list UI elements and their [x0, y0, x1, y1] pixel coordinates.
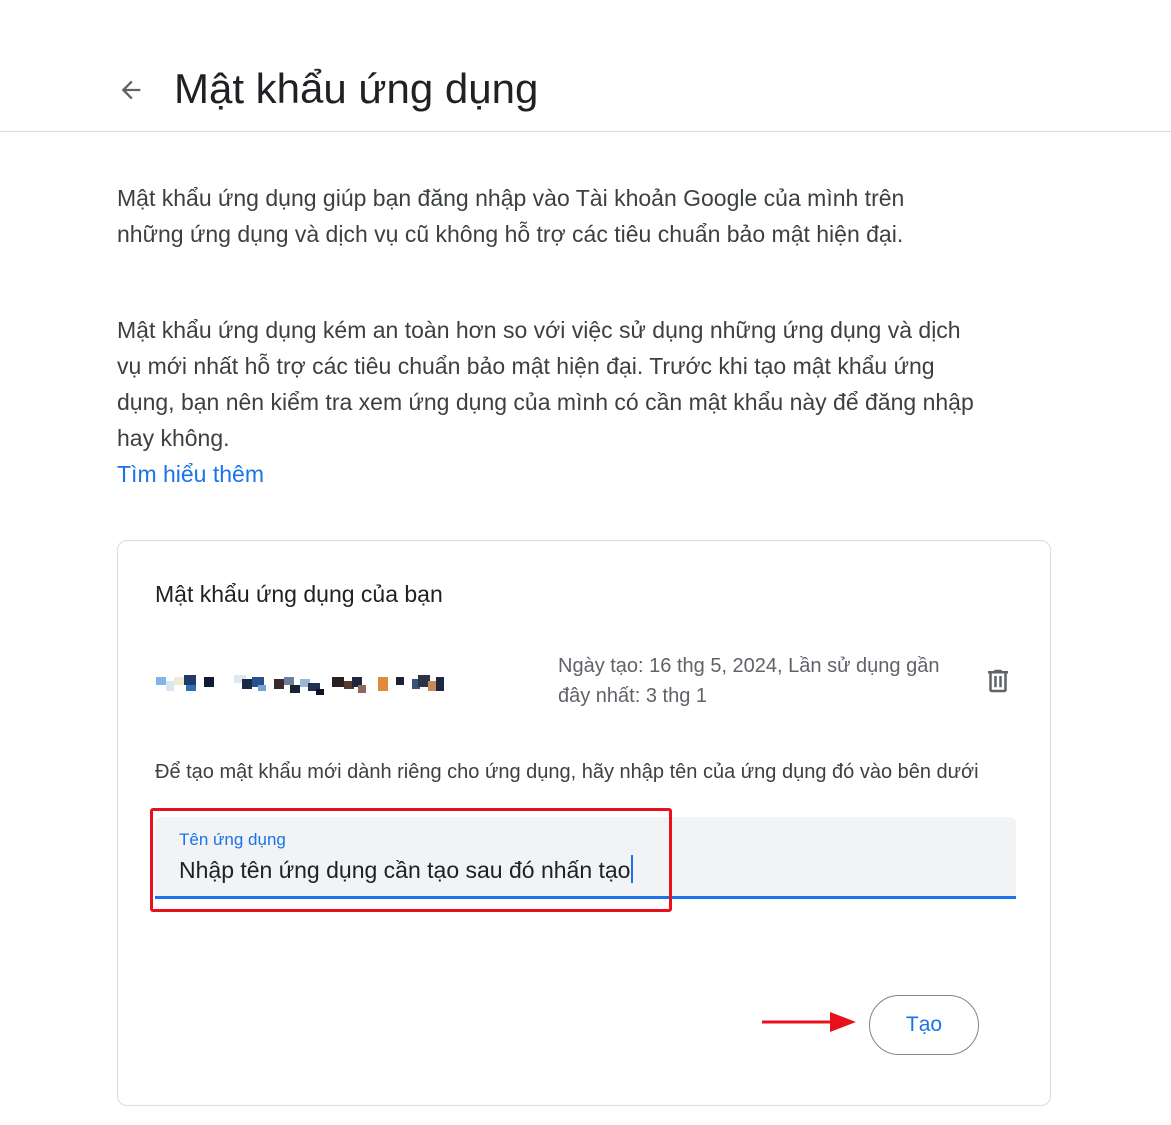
app-passwords-card: Mật khẩu ứng dụng của bạn Ngày tạo: 16 t…	[117, 540, 1051, 1106]
existing-password-row: Ngày tạo: 16 thg 5, 2024, Lần sử dụng gầ…	[118, 641, 1052, 731]
app-passwords-page: Mật khẩu ứng dụng Mật khẩu ứng dụng giúp…	[0, 0, 1171, 1125]
app-name-input[interactable]: Nhập tên ứng dụng cần tạo sau đó nhấn tạ…	[179, 853, 634, 887]
trash-icon	[988, 669, 1008, 693]
page-title: Mật khẩu ứng dụng	[174, 65, 539, 112]
app-name-label: Tên ứng dụng	[179, 830, 286, 849]
description-paragraph-1: Mật khẩu ứng dụng giúp bạn đăng nhập vào…	[117, 185, 905, 247]
description-paragraph-2: Mật khẩu ứng dụng kém an toàn hơn so với…	[117, 317, 974, 451]
redacted-password-name	[156, 675, 444, 695]
create-button[interactable]: Tạo	[869, 995, 979, 1055]
back-button[interactable]	[108, 67, 154, 113]
arrow-back-icon	[121, 80, 141, 100]
app-name-field[interactable]: Tên ứng dụng Nhập tên ứng dụng cần tạo s…	[155, 817, 1016, 899]
delete-password-button[interactable]	[978, 661, 1018, 701]
learn-more-link[interactable]: Tìm hiểu thêm	[117, 456, 264, 492]
card-title: Mật khẩu ứng dụng của bạn	[155, 581, 443, 607]
app-name-value: Nhập tên ứng dụng cần tạo sau đó nhấn tạ…	[179, 857, 631, 883]
create-instruction: Để tạo mật khẩu mới dành riêng cho ứng d…	[155, 761, 979, 783]
text-caret	[631, 855, 634, 883]
page-header: Mật khẩu ứng dụng	[0, 0, 1171, 132]
annotation-arrow-icon	[762, 1012, 856, 1032]
password-meta: Ngày tạo: 16 thg 5, 2024, Lần sử dụng gầ…	[558, 655, 940, 707]
